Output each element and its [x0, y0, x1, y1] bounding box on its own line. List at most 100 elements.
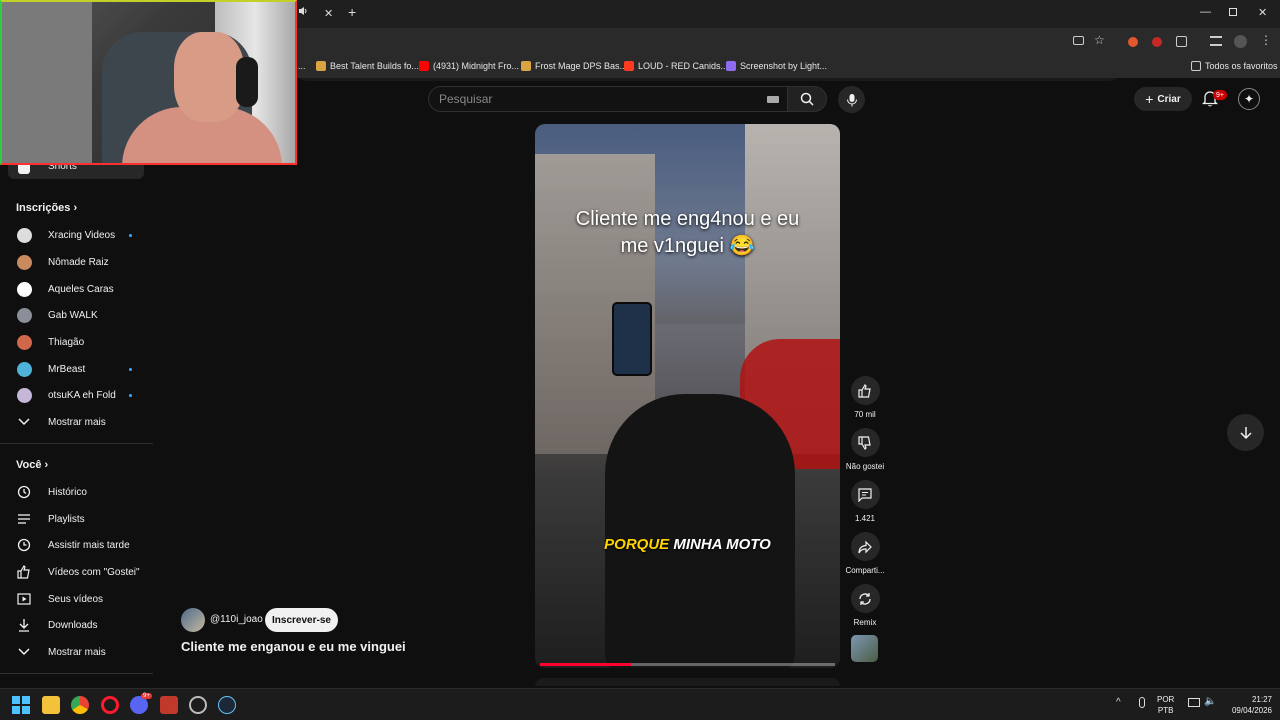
app-circle-icon[interactable] [189, 696, 207, 714]
new-content-dot [129, 393, 132, 397]
sidebar-item-aqueles-caras[interactable]: Aqueles Caras [0, 277, 153, 301]
discord-badge: 9+ [141, 693, 152, 699]
volume-icon[interactable]: 🔈 [1204, 696, 1216, 707]
next-short-preview[interactable] [535, 678, 840, 686]
steam-icon[interactable] [218, 696, 236, 714]
like-button[interactable] [850, 376, 880, 405]
sidebar-item-liked-videos[interactable]: Vídeos com "Gostei" [0, 560, 153, 584]
channel-avatar[interactable] [181, 608, 205, 632]
sidebar-item-watch-later[interactable]: Assistir mais tarde [0, 533, 153, 557]
language-indicator[interactable]: POR PTB [1157, 694, 1174, 716]
channel-avatar [16, 254, 32, 270]
system-clock[interactable]: 21:27 09/04/2026 [1220, 694, 1272, 716]
sidebar-item-label: Seus vídeos [48, 593, 104, 605]
sidebar-item-otsuka-eh-fold[interactable]: otsuKA eh Fold [0, 383, 153, 407]
sidebar-item-playlists[interactable]: Playlists [0, 507, 153, 531]
chevron-down-icon [16, 644, 32, 660]
extension-red-icon[interactable] [1152, 37, 1162, 47]
share-button[interactable] [850, 532, 880, 561]
arrow-down-icon [1239, 426, 1252, 439]
account-avatar[interactable]: ✦ [1238, 88, 1260, 110]
bookmark-item[interactable]: Screenshot by Light... [726, 61, 827, 71]
sidebar-item-your-videos[interactable]: Seus vídeos [0, 587, 153, 611]
voice-search-button[interactable] [838, 86, 865, 113]
sidebar-item-thiagao[interactable]: Thiagão [0, 330, 153, 354]
bookmark-item[interactable]: LOUD - RED Canids... [624, 61, 728, 71]
webcam-wall [2, 2, 92, 163]
minimize-icon[interactable]: — [1200, 6, 1211, 18]
video-progress-bar[interactable] [540, 663, 835, 666]
channel-avatar [16, 307, 32, 323]
browser-menu-icon[interactable]: ⋮ [1260, 33, 1272, 47]
subscriptions-show-more[interactable]: Mostrar mais [0, 410, 153, 434]
window-close-icon[interactable]: ✕ [1258, 6, 1267, 19]
media-control-icon[interactable] [1210, 36, 1222, 46]
windows-start-icon[interactable] [12, 696, 30, 714]
dislike-button[interactable] [850, 428, 880, 457]
bookmark-item[interactable]: Best Talent Builds fo... [316, 61, 419, 71]
windows-taskbar: 9+ ^ POR PTB 🔈 21:27 09/04/2026 [0, 688, 1280, 720]
you-show-more[interactable]: Mostrar mais [0, 640, 153, 664]
maximize-icon[interactable] [1229, 8, 1237, 16]
opera-icon[interactable] [101, 696, 119, 714]
plus-icon: + [1145, 91, 1154, 107]
history-icon [16, 484, 32, 500]
tab-audio-icon[interactable] [298, 6, 308, 16]
search-input[interactable] [439, 92, 739, 106]
sidebar-item-nomade-raiz[interactable]: Nômade Raiz [0, 250, 153, 274]
channel-avatar [16, 281, 32, 297]
bookmark-star-icon[interactable]: ☆ [1094, 33, 1105, 47]
shorts-video-player[interactable]: Cliente me eng4nou e eu me v1nguei 😂 POR… [535, 124, 840, 668]
install-app-icon[interactable] [1073, 36, 1084, 45]
comments-action: 1.421 [845, 480, 885, 523]
download-icon [16, 617, 32, 633]
keyboard-icon[interactable] [767, 96, 779, 103]
bookmark-item[interactable]: Frost Mage DPS Bas... [521, 61, 627, 71]
all-bookmarks[interactable]: Todos os favoritos [1191, 61, 1278, 71]
channel-handle[interactable]: @110i_joao [210, 614, 263, 625]
profile-avatar-icon[interactable] [1234, 35, 1247, 48]
you-title[interactable]: Você › [16, 459, 48, 471]
tray-chevron-up-icon[interactable]: ^ [1116, 697, 1121, 708]
news-app-icon[interactable] [160, 696, 178, 714]
your-videos-icon [16, 591, 32, 607]
video-title[interactable]: Cliente me enganou e eu me vinguei [181, 639, 406, 654]
remix-button[interactable] [850, 584, 880, 613]
show-more-label: Mostrar mais [48, 646, 106, 658]
sidebar-item-history[interactable]: Histórico [0, 480, 153, 504]
sidebar-item-label: Vídeos com "Gostei" [48, 566, 140, 578]
chevron-down-icon [16, 414, 32, 430]
create-label: Criar [1157, 93, 1181, 105]
channel-avatar [16, 227, 32, 243]
subscriptions-title[interactable]: Inscrições › [16, 202, 77, 214]
youtube-favicon-icon [419, 61, 429, 71]
sidebar-item-gab-walk[interactable]: Gab WALK [0, 303, 153, 327]
create-button[interactable]: + Criar [1134, 87, 1192, 111]
sound-thumbnail[interactable] [851, 635, 878, 662]
channel-name: otsuKA eh Fold [48, 389, 116, 401]
microphone-tray-icon[interactable] [1139, 697, 1145, 708]
bookmark-item[interactable]: (4931) Midnight Fro... [419, 61, 519, 71]
video-caption: Cliente me eng4nou e eu me v1nguei 😂 [535, 206, 840, 260]
chrome-icon[interactable] [71, 696, 89, 714]
sidebar-item-xracing-videos[interactable]: Xracing Videos [0, 223, 153, 247]
sidebar-item-label: Downloads [48, 619, 98, 631]
search-button[interactable] [787, 86, 827, 112]
bookmark-item[interactable]: ... [298, 61, 306, 71]
file-explorer-icon[interactable] [42, 696, 60, 714]
new-tab-icon[interactable]: + [348, 4, 356, 20]
extensions-puzzle-icon[interactable] [1176, 36, 1187, 47]
share-label: Comparti... [845, 566, 885, 575]
channel-name: MrBeast [48, 363, 86, 375]
network-icon[interactable] [1188, 698, 1200, 707]
sidebar-item-mrbeast[interactable]: MrBeast [0, 357, 153, 381]
language-line: POR [1157, 695, 1175, 704]
next-short-button[interactable] [1227, 414, 1264, 451]
sidebar-item-downloads[interactable]: Downloads [0, 613, 153, 637]
channel-avatar [16, 361, 32, 377]
tab-close-icon[interactable]: ✕ [324, 7, 333, 20]
video-phone-mount [612, 302, 652, 376]
extension-fox-icon[interactable] [1128, 37, 1138, 47]
subscribe-button[interactable]: Inscrever-se [265, 608, 338, 632]
comments-button[interactable] [850, 480, 880, 509]
